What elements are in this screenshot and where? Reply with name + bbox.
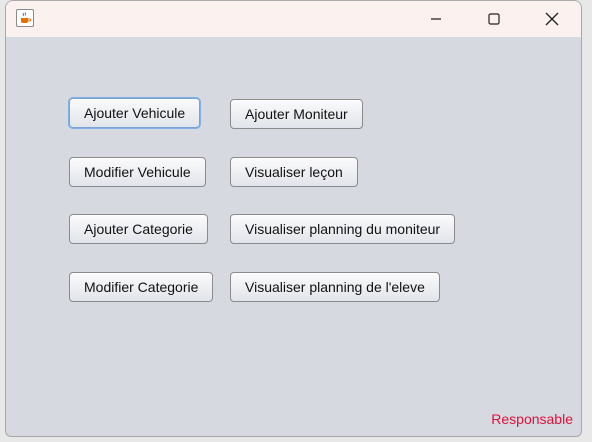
ajouter-categorie-button[interactable]: Ajouter Categorie	[69, 214, 208, 244]
role-label: Responsable	[491, 411, 573, 427]
modifier-categorie-button[interactable]: Modifier Categorie	[69, 272, 214, 302]
java-coffee-icon[interactable]	[16, 9, 34, 27]
maximize-icon	[488, 13, 500, 25]
visualiser-planning-eleve-button[interactable]: Visualiser planning de l'eleve	[230, 272, 440, 302]
title-bar[interactable]	[6, 1, 581, 37]
ajouter-moniteur-button[interactable]: Ajouter Moniteur	[230, 99, 363, 129]
close-icon	[545, 12, 559, 26]
close-button[interactable]	[523, 1, 581, 37]
modifier-vehicule-button[interactable]: Modifier Vehicule	[69, 157, 206, 187]
app-window: Ajouter Vehicule Ajouter Moniteur Modifi…	[5, 0, 582, 437]
minimize-button[interactable]	[407, 1, 465, 37]
visualiser-planning-moniteur-button[interactable]: Visualiser planning du moniteur	[230, 214, 456, 244]
ajouter-vehicule-button[interactable]: Ajouter Vehicule	[69, 98, 201, 128]
visualiser-lecon-button[interactable]: Visualiser leçon	[230, 157, 358, 187]
maximize-button[interactable]	[465, 1, 523, 37]
minimize-icon	[431, 18, 441, 20]
